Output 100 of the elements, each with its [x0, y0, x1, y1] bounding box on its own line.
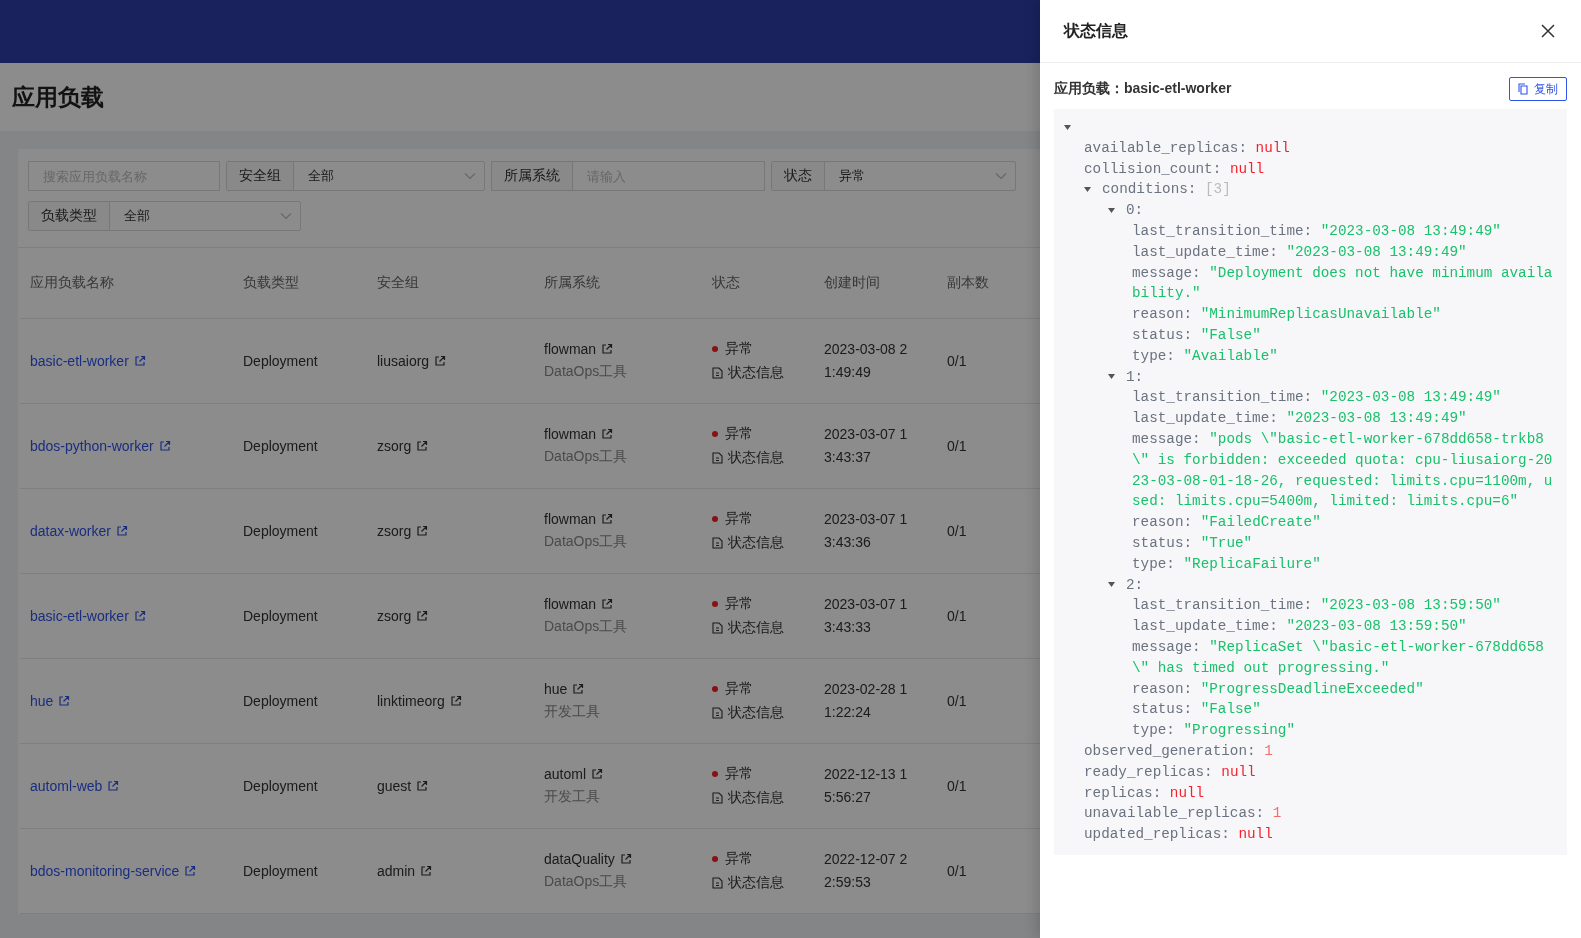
json-property: last_transition_time: "2023-03-08 13:49:49": [1132, 222, 1502, 241]
document-icon: [712, 367, 723, 379]
collapse-caret-icon[interactable]: [1064, 123, 1071, 131]
security-group-link[interactable]: admin: [377, 863, 433, 879]
system-category: 开发工具: [544, 703, 600, 721]
external-link-icon: [420, 865, 433, 877]
security-group-link[interactable]: zsorg: [377, 438, 429, 454]
status-dot: [712, 686, 718, 692]
json-property: message: "Deployment does not have minimum availability.": [1132, 263, 1554, 304]
status-info-link[interactable]: 状态信息: [712, 874, 784, 892]
workload-link[interactable]: bdos-python-worker: [30, 438, 171, 454]
created-time: 2023-03-07 13:43:36: [824, 510, 909, 552]
status-info-link[interactable]: 状态信息: [712, 619, 784, 637]
system-link[interactable]: flowman: [544, 341, 614, 357]
close-button[interactable]: [1539, 22, 1557, 40]
status-text: 异常: [725, 425, 753, 443]
status-dot: [712, 346, 718, 352]
select-value: 全部: [124, 207, 150, 225]
json-property: message: "ReplicaSet \"basic-etl-worker-678dd658\" has timed out progressing.": [1132, 637, 1545, 678]
table-cell-text: Deployment: [243, 693, 319, 709]
status-info-link[interactable]: 状态信息: [712, 534, 784, 552]
select-value: 全部: [308, 167, 334, 185]
created-time: 2022-12-13 15:56:27: [824, 765, 909, 807]
system-link[interactable]: dataQuality: [544, 851, 632, 867]
column-header: 安全组: [377, 274, 420, 292]
filter-label: 所属系统: [491, 161, 573, 191]
status-info-link[interactable]: 状态信息: [712, 449, 784, 467]
select-field[interactable]: 安全组 全部: [226, 161, 485, 191]
created-time: 2023-02-28 11:22:24: [824, 680, 909, 722]
external-link-icon: [601, 513, 614, 525]
status-text: 异常: [725, 765, 753, 783]
collapse-caret-icon[interactable]: [1108, 581, 1115, 589]
system-link[interactable]: flowman: [544, 426, 614, 442]
table-cell-text: Deployment: [243, 608, 319, 624]
replica-count: 0/1: [947, 353, 968, 369]
status-info-link[interactable]: 状态信息: [712, 704, 784, 722]
external-link-icon: [416, 440, 429, 452]
security-group-link[interactable]: zsorg: [377, 523, 429, 539]
system-category: DataOps工具: [544, 533, 628, 551]
select-value: 异常: [839, 167, 865, 185]
status-info-link[interactable]: 状态信息: [712, 789, 784, 807]
workload-link[interactable]: basic-etl-worker: [30, 608, 146, 624]
external-link-icon: [601, 343, 614, 355]
workload-link[interactable]: datax-worker: [30, 523, 128, 539]
filter-label: 安全组: [227, 162, 294, 190]
system-category: DataOps工具: [544, 363, 628, 381]
json-property: unavailable_replicas: 1: [1084, 804, 1283, 824]
json-property: available_replicas: null: [1084, 138, 1291, 158]
table-cell-text: Deployment: [243, 523, 319, 539]
json-property: type: "ReplicaFailure": [1132, 554, 1322, 574]
replica-count: 0/1: [947, 438, 968, 454]
collapse-caret-icon[interactable]: [1084, 186, 1091, 194]
chevron-down-icon: [464, 172, 476, 180]
system-link[interactable]: automl: [544, 766, 604, 782]
json-property: last_update_time: "2023-03-08 13:49:49": [1132, 409, 1468, 429]
json-property: updated_replicas: null: [1084, 825, 1274, 845]
filter-label: 状态: [772, 162, 825, 190]
json-key: 2:: [1126, 576, 1144, 593]
status-info-link[interactable]: 状态信息: [712, 364, 784, 382]
replica-count: 0/1: [947, 523, 968, 539]
created-time: 2023-03-07 13:43:33: [824, 595, 909, 637]
external-link-icon: [449, 695, 462, 707]
workload-link[interactable]: automl-web: [30, 778, 120, 794]
workload-link[interactable]: basic-etl-worker: [30, 353, 146, 369]
json-property: last_update_time: "2023-03-08 13:59:50": [1132, 617, 1468, 637]
replica-count: 0/1: [947, 778, 968, 794]
status-text: 异常: [725, 340, 753, 358]
status-dot: [712, 601, 718, 607]
document-icon: [712, 877, 723, 889]
external-link-icon: [107, 780, 120, 792]
status-dot: [712, 856, 718, 862]
external-link-icon: [133, 610, 146, 622]
security-group-link[interactable]: liusaiorg: [377, 353, 447, 369]
system-link[interactable]: flowman: [544, 596, 614, 612]
system-link[interactable]: hue: [544, 681, 585, 697]
column-header: 应用负载名称: [30, 274, 115, 292]
table-cell-text: Deployment: [243, 778, 319, 794]
external-link-icon: [58, 695, 71, 707]
table-cell-text: Deployment: [243, 353, 319, 369]
security-group-link[interactable]: linktimeorg: [377, 693, 462, 709]
column-header: 所属系统: [544, 274, 601, 292]
system-link[interactable]: flowman: [544, 511, 614, 527]
replica-count: 0/1: [947, 693, 968, 709]
drawer-title: 状态信息: [1064, 20, 1128, 41]
workload-link[interactable]: bdos-monitoring-service: [30, 863, 197, 879]
security-group-link[interactable]: zsorg: [377, 608, 429, 624]
security-group-link[interactable]: guest: [377, 778, 429, 794]
json-property: last_transition_time: "2023-03-08 13:59:50": [1132, 596, 1502, 616]
status-text: 异常: [725, 850, 753, 868]
collapse-caret-icon[interactable]: [1108, 373, 1115, 381]
json-property: last_transition_time: "2023-03-08 13:49:49": [1132, 388, 1502, 408]
workload-link[interactable]: hue: [30, 693, 71, 709]
column-header: 副本数: [947, 274, 990, 292]
json-property: type: "Available": [1132, 346, 1279, 366]
collapse-caret-icon[interactable]: [1108, 206, 1115, 214]
json-property: status: "False": [1132, 700, 1262, 720]
status-text: 异常: [725, 680, 753, 698]
copy-button[interactable]: 复制: [1509, 77, 1567, 101]
select-field[interactable]: 状态 异常: [771, 161, 1016, 191]
select-field[interactable]: 负载类型 全部: [28, 201, 301, 231]
